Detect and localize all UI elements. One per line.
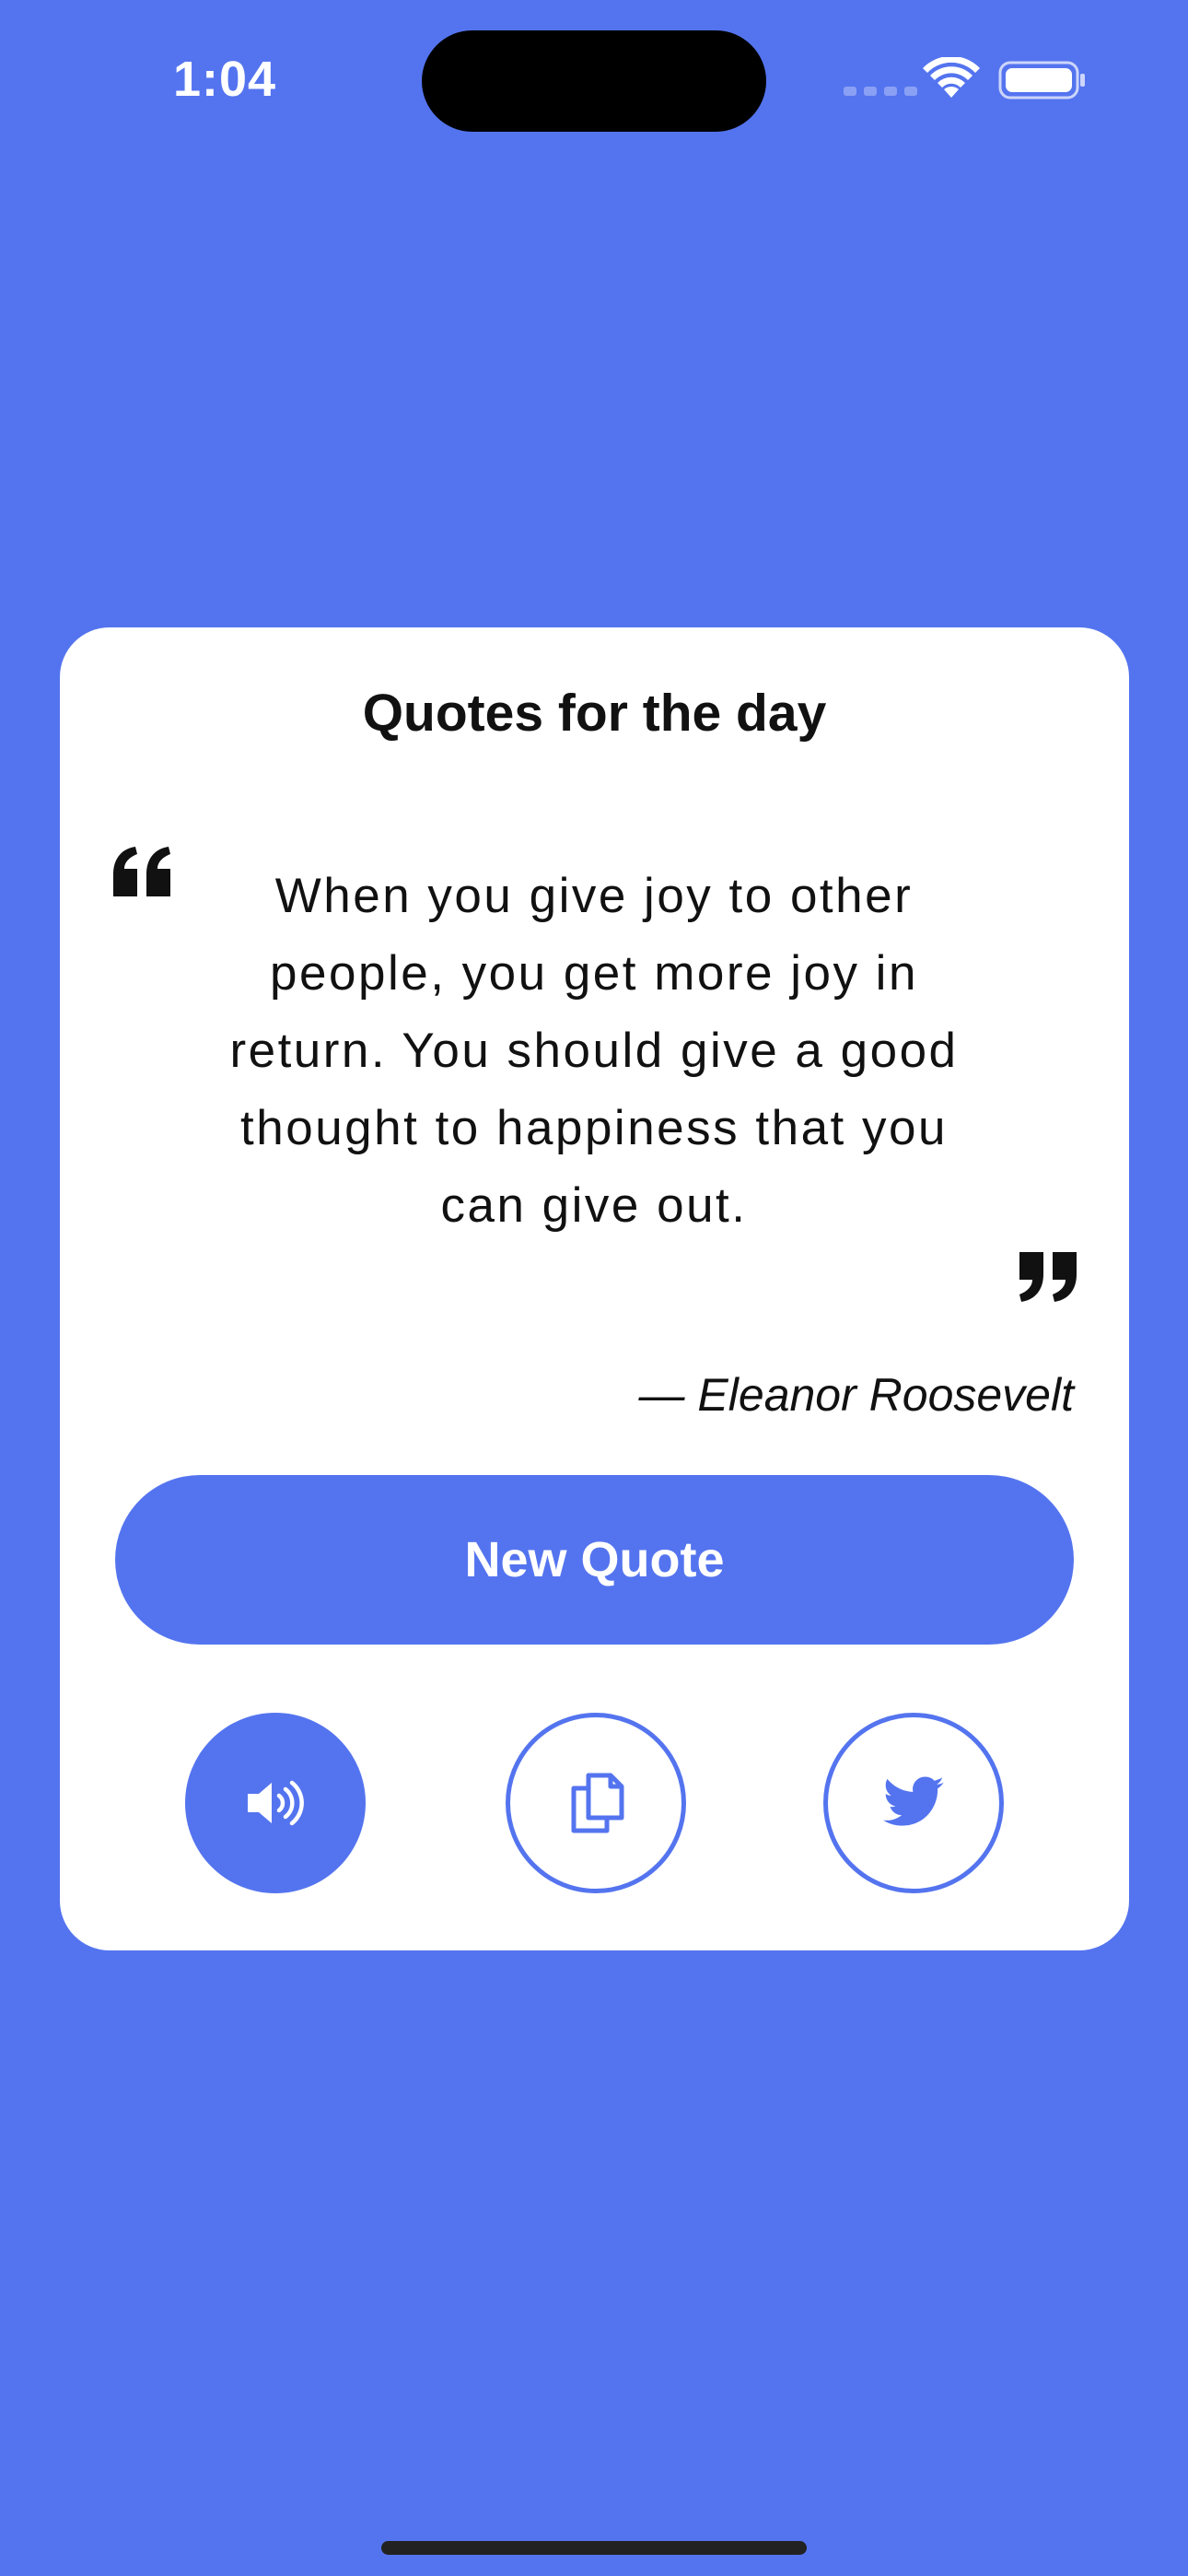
status-time: 1:04: [173, 52, 277, 107]
home-indicator[interactable]: [381, 2541, 807, 2555]
close-quote-icon: [1019, 1252, 1077, 1302]
speak-button[interactable]: [185, 1713, 366, 1893]
dynamic-island: [422, 30, 766, 132]
cellular-signal-icon: [844, 87, 917, 96]
open-quote-icon: [113, 847, 170, 896]
new-quote-button[interactable]: New Quote: [115, 1475, 1074, 1645]
quote-text: When you give joy to other people, you g…: [229, 869, 959, 1233]
card-title: Quotes for the day: [362, 684, 827, 743]
battery-icon: [998, 61, 1085, 100]
speaker-icon: [248, 1780, 304, 1826]
copy-button[interactable]: [506, 1713, 686, 1893]
wifi-icon: [923, 57, 980, 98]
quote-card: Quotes for the day When you give joy to …: [60, 627, 1129, 1950]
twitter-icon: [883, 1776, 944, 1826]
copy-icon: [571, 1773, 624, 1833]
tweet-button[interactable]: [823, 1713, 1004, 1893]
quote-author: — Eleanor Roosevelt: [638, 1369, 1074, 1421]
